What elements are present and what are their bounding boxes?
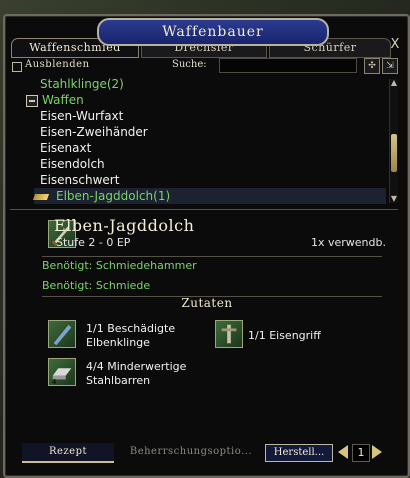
- window-title: Waffenbauer: [97, 18, 329, 46]
- scroll-down-icon[interactable]: ▼: [389, 195, 399, 203]
- category-label: Waffen: [42, 93, 84, 107]
- search-input[interactable]: [219, 58, 357, 73]
- list-item-eisenschwert[interactable]: Eisenschwert: [40, 172, 119, 188]
- quantity-increase-icon[interactable]: [372, 445, 382, 459]
- quantity-decrease-icon[interactable]: [338, 445, 348, 459]
- quantity-value[interactable]: 1: [352, 444, 370, 462]
- list-scrollbar[interactable]: ▲ ▼: [389, 79, 398, 203]
- ingot-icon[interactable]: 4: [48, 358, 76, 386]
- filter-bar: Ausblenden Suche: ✣ ⇲: [12, 58, 398, 76]
- craft-button[interactable]: Herstell...: [265, 444, 333, 462]
- svg-text:4: 4: [52, 377, 57, 385]
- hide-checkbox[interactable]: [12, 62, 22, 72]
- ingredient-1-line2: Elbenklinge: [86, 336, 150, 349]
- blade-icon[interactable]: [48, 320, 76, 348]
- item-tier: Stufe 2 - 0 EP: [56, 236, 131, 249]
- window-footer: Rezept Beherrschungsoptio... Herstell...…: [6, 443, 403, 467]
- section-divider: [10, 209, 398, 210]
- collapse-icon[interactable]: [26, 94, 38, 107]
- list-item-eisen-wurfaxt[interactable]: Eisen-Wurfaxt: [40, 108, 123, 124]
- list-item-elben-jagddolch[interactable]: Elben-Jagddolch(1): [32, 188, 386, 204]
- detail-divider: [42, 256, 382, 257]
- requirement-forge: Benötigt: Schmiede: [42, 279, 151, 292]
- item-name: Elben-Jagddolch: [54, 216, 195, 235]
- recipe-list: Stahlklinge(2) Waffen Eisen-Wurfaxt Eise…: [12, 77, 386, 205]
- scroll-thumb[interactable]: [391, 134, 397, 172]
- search-label: Suche:: [172, 59, 207, 70]
- ingredient-2-line1: 1/1 Eisengriff: [248, 329, 321, 342]
- recipe-label: Elben-Jagddolch(1): [56, 189, 171, 203]
- list-item-waffen[interactable]: Waffen: [26, 92, 84, 108]
- hide-label: Ausblenden: [25, 59, 90, 70]
- list-item-eisenaxt[interactable]: Eisenaxt: [40, 140, 91, 156]
- recipe-details: Elben-Jagddolch Stufe 2 - 0 EP 1x verwen…: [12, 216, 392, 441]
- item-uses: 1x verwendb.: [310, 236, 386, 249]
- tab-beherrschungsoptionen[interactable]: Beherrschungsoptio...: [116, 443, 266, 461]
- list-item-eisen-zweihaender[interactable]: Eisen-Zweihänder: [40, 124, 148, 140]
- hilt-icon[interactable]: [215, 320, 243, 348]
- ingredient-1-line1: 1/1 Beschädigte: [86, 322, 176, 335]
- list-item-stahlklinge[interactable]: Stahlklinge(2): [40, 77, 124, 92]
- ingredient-3-line2: Stahlbarren: [86, 374, 151, 387]
- requirement-hammer: Benötigt: Schmiedehammer: [42, 259, 197, 272]
- recipe-scroll-icon: [32, 193, 50, 200]
- collapse-all-icon[interactable]: ⇲: [382, 58, 398, 74]
- ingredients-title: Zutaten: [181, 296, 233, 310]
- search-options-icon[interactable]: ✣: [364, 58, 380, 74]
- tab-rezept[interactable]: Rezept: [22, 443, 114, 463]
- list-item-eisendolch[interactable]: Eisendolch: [40, 156, 105, 172]
- ingredient-3-line1: 4/4 Minderwertige: [86, 360, 187, 373]
- scroll-up-icon[interactable]: ▲: [389, 79, 399, 87]
